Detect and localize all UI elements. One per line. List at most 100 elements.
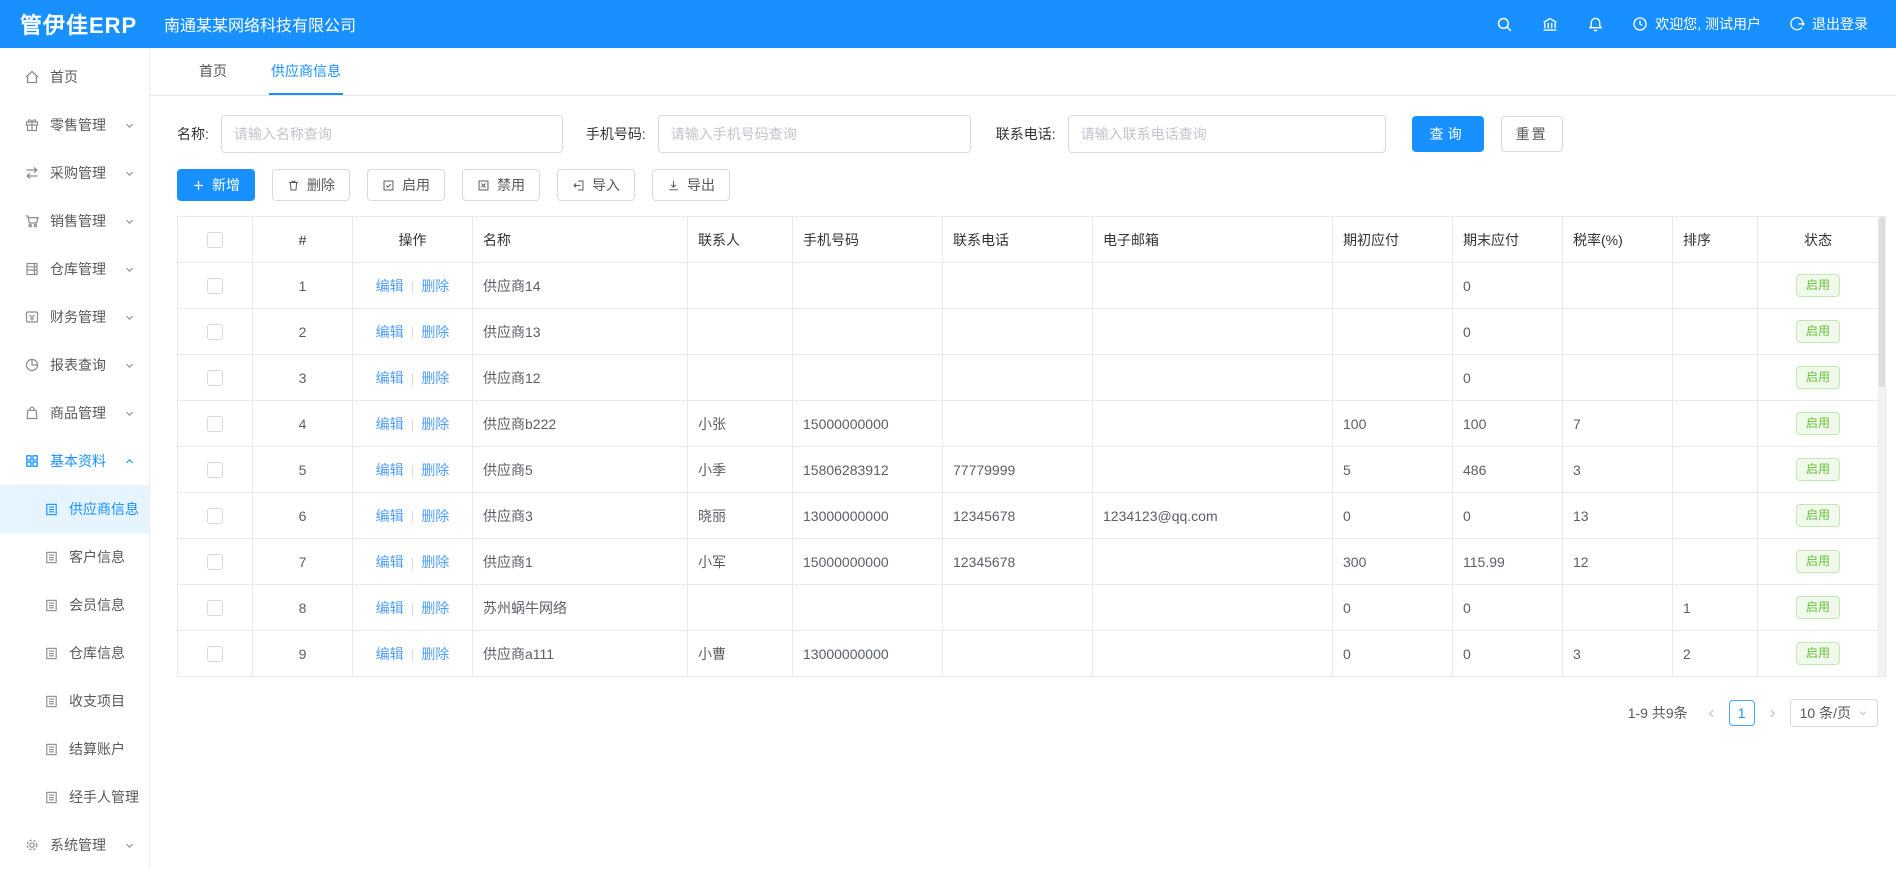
enable-button[interactable]: 启用 — [367, 169, 445, 201]
export-button[interactable]: 导出 — [652, 169, 730, 201]
cell-name: 供应商5 — [473, 447, 688, 493]
delete-link[interactable]: 删除 — [421, 462, 449, 478]
tab-home[interactable]: 首页 — [197, 48, 229, 95]
add-button[interactable]: 新增 — [177, 169, 255, 201]
delete-link[interactable]: 删除 — [421, 554, 449, 570]
sidebar-item-sales[interactable]: 销售管理 — [0, 197, 149, 245]
edit-link[interactable]: 编辑 — [376, 600, 404, 616]
delete-link[interactable]: 删除 — [421, 324, 449, 340]
row-checkbox[interactable] — [207, 370, 223, 386]
cell-mobile — [793, 355, 943, 401]
sidebar-item-goods[interactable]: 商品管理 — [0, 389, 149, 437]
cell-status: 启用 — [1758, 309, 1879, 355]
import-button[interactable]: 导入 — [557, 169, 635, 201]
edit-link[interactable]: 编辑 — [376, 554, 404, 570]
bank-icon[interactable] — [1541, 16, 1559, 33]
delete-button-label: 删除 — [307, 175, 335, 195]
cell-sort — [1673, 493, 1758, 539]
cell-tax-rate — [1563, 309, 1673, 355]
cell-tax-rate — [1563, 355, 1673, 401]
sidebar-item-purchase[interactable]: 采购管理 — [0, 149, 149, 197]
action-separator: | — [411, 646, 415, 662]
page-number[interactable]: 1 — [1729, 700, 1755, 726]
cell-email — [1093, 263, 1333, 309]
reset-button[interactable]: 重置 — [1501, 116, 1563, 152]
page-size-select[interactable]: 10 条/页 — [1790, 699, 1878, 727]
sidebar-item-customer-info[interactable]: 客户信息 — [0, 533, 149, 581]
edit-link[interactable]: 编辑 — [376, 416, 404, 432]
prev-page-icon[interactable] — [1704, 708, 1719, 719]
sidebar-item-label: 采购管理 — [50, 163, 106, 183]
row-checkbox[interactable] — [207, 508, 223, 524]
cell-checkbox — [178, 355, 253, 401]
sidebar-item-home[interactable]: 首页 — [0, 53, 149, 101]
sidebar-item-warehouse[interactable]: 仓库管理 — [0, 245, 149, 293]
cell-actions: 编辑|删除 — [353, 447, 473, 493]
cell-sort — [1673, 401, 1758, 447]
disable-button[interactable]: 禁用 — [462, 169, 540, 201]
scrollbar-thumb[interactable] — [1879, 217, 1885, 387]
row-checkbox[interactable] — [207, 324, 223, 340]
sidebar-item-label: 零售管理 — [50, 115, 106, 135]
edit-link[interactable]: 编辑 — [376, 508, 404, 524]
delete-link[interactable]: 删除 — [421, 646, 449, 662]
delete-link[interactable]: 删除 — [421, 370, 449, 386]
cell-sort — [1673, 539, 1758, 585]
cell-name: 供应商13 — [473, 309, 688, 355]
sidebar-item-income-expense[interactable]: 收支项目 — [0, 677, 149, 725]
sidebar-item-label: 供应商信息 — [69, 499, 139, 519]
document-icon — [44, 694, 59, 709]
x-square-icon — [477, 179, 490, 192]
edit-link[interactable]: 编辑 — [376, 278, 404, 294]
sidebar-item-retail[interactable]: 零售管理 — [0, 101, 149, 149]
sidebar-item-handler-management[interactable]: 经手人管理 — [0, 773, 149, 821]
phone-filter-input[interactable] — [1068, 115, 1386, 153]
next-page-icon[interactable] — [1765, 708, 1780, 719]
status-badge: 启用 — [1796, 504, 1840, 527]
sidebar-item-finance[interactable]: 财务管理 — [0, 293, 149, 341]
sidebar-item-member-info[interactable]: 会员信息 — [0, 581, 149, 629]
delete-link[interactable]: 删除 — [421, 278, 449, 294]
header-email: 电子邮箱 — [1093, 217, 1333, 263]
search-button[interactable]: 查询 — [1412, 116, 1484, 152]
select-all-checkbox[interactable] — [207, 232, 223, 248]
row-checkbox[interactable] — [207, 416, 223, 432]
tab-supplier-info[interactable]: 供应商信息 — [269, 48, 343, 95]
row-checkbox[interactable] — [207, 462, 223, 478]
sidebar-item-warehouse-info[interactable]: 仓库信息 — [0, 629, 149, 677]
bell-icon[interactable] — [1587, 16, 1604, 33]
row-checkbox[interactable] — [207, 554, 223, 570]
edit-link[interactable]: 编辑 — [376, 646, 404, 662]
cell-status: 启用 — [1758, 263, 1879, 309]
sidebar-item-supplier-info[interactable]: 供应商信息 — [0, 485, 149, 533]
cell-index: 4 — [253, 401, 353, 447]
sidebar-item-reports[interactable]: 报表查询 — [0, 341, 149, 389]
sidebar-item-settlement-account[interactable]: 结算账户 — [0, 725, 149, 773]
table-scrollbar[interactable] — [1879, 216, 1886, 677]
cell-opening-payable: 0 — [1333, 631, 1453, 677]
row-checkbox[interactable] — [207, 646, 223, 662]
edit-link[interactable]: 编辑 — [376, 324, 404, 340]
edit-link[interactable]: 编辑 — [376, 462, 404, 478]
search-icon[interactable] — [1496, 16, 1513, 33]
cell-opening-payable: 5 — [1333, 447, 1453, 493]
money-icon — [24, 309, 40, 325]
mobile-filter-input[interactable] — [658, 115, 971, 153]
logout-button[interactable]: 退出登录 — [1789, 14, 1868, 34]
row-checkbox[interactable] — [207, 278, 223, 294]
name-filter-input[interactable] — [221, 115, 563, 153]
delete-link[interactable]: 删除 — [421, 600, 449, 616]
edit-link[interactable]: 编辑 — [376, 370, 404, 386]
cell-index: 6 — [253, 493, 353, 539]
sidebar-item-system[interactable]: 系统管理 — [0, 821, 149, 869]
delete-link[interactable]: 删除 — [421, 508, 449, 524]
delete-link[interactable]: 删除 — [421, 416, 449, 432]
sidebar-item-label: 销售管理 — [50, 211, 106, 231]
delete-button[interactable]: 删除 — [272, 169, 350, 201]
row-checkbox[interactable] — [207, 600, 223, 616]
user-menu[interactable]: 欢迎您, 测试用户 — [1632, 14, 1761, 34]
sidebar-item-basic-data[interactable]: 基本资料 — [0, 437, 149, 485]
table-header-row: # 操作 名称 联系人 手机号码 联系电话 电子邮箱 期初应付 期末应付 税率(… — [178, 217, 1879, 263]
cell-name: 供应商1 — [473, 539, 688, 585]
cell-status: 启用 — [1758, 539, 1879, 585]
